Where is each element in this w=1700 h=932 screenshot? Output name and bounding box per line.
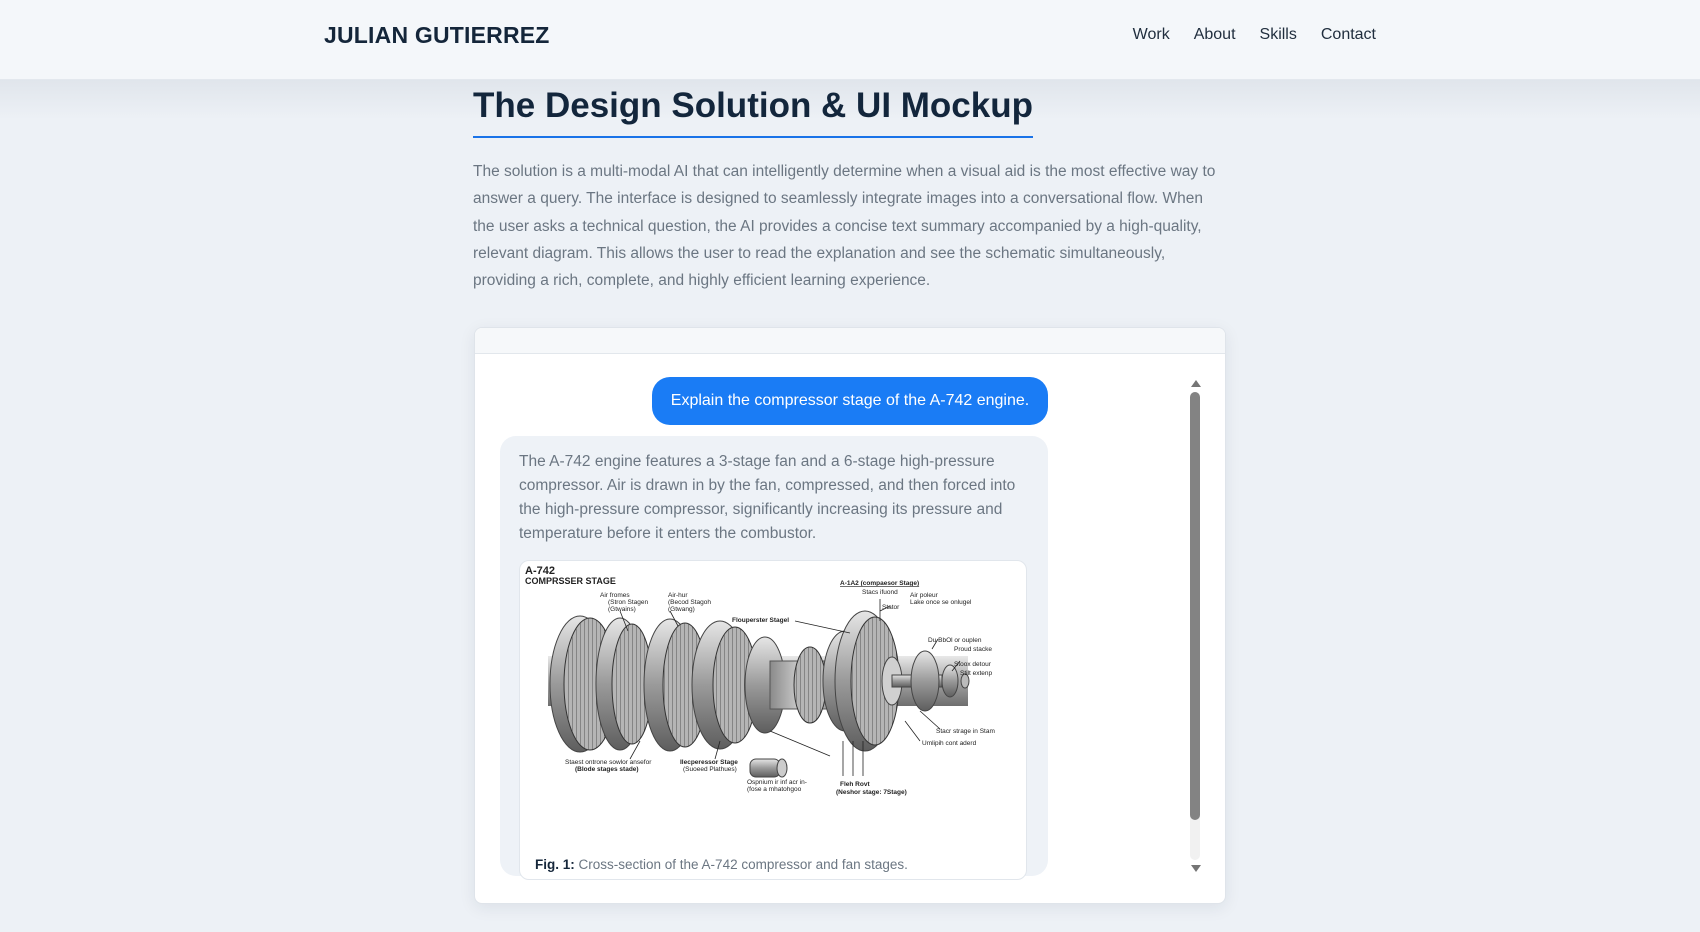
- section-title: The Design Solution & UI Mockup: [473, 86, 1033, 138]
- ai-message-text: The A-742 engine features a 3-stage fan …: [519, 453, 1016, 542]
- callout-flouperster: Flouperster Stagel: [732, 617, 789, 624]
- callout-suoeed: (Suoeed Plathues): [683, 766, 737, 773]
- figure-caption-label: Fig. 1:: [535, 857, 575, 872]
- nav-link-skills[interactable]: Skills: [1260, 26, 1297, 44]
- callout-ospnium: Ospnium ir inf acr in-: [747, 779, 807, 786]
- main-nav: Work About Skills Contact: [1133, 26, 1376, 44]
- engine-compressor-diagram: A-742 COMPRSSER STAGE A-1A2 (compaesor S…: [525, 565, 995, 796]
- callout-top-title: A-1A2 (compaesor Stage): [840, 580, 919, 587]
- diagram-figure[interactable]: A-742 COMPRSSER STAGE A-1A2 (compaesor S…: [519, 560, 1027, 880]
- callout-fleh-rovt: Fleh Rovt: [840, 781, 870, 788]
- nav-link-contact[interactable]: Contact: [1321, 26, 1376, 44]
- mockup-header-bar: [475, 328, 1225, 354]
- callout-becod-stagoh: (Becod Stagoh: [668, 599, 711, 606]
- callout-lake-once: Lake once se onlugel: [910, 599, 972, 606]
- engine-drawing: [548, 610, 970, 778]
- section-description: The solution is a multi-modal AI that ca…: [473, 163, 1216, 290]
- figure-caption: Fig. 1: Cross-section of the A-742 compr…: [535, 857, 908, 872]
- scrollbar-thumb[interactable]: [1190, 392, 1200, 820]
- callout-stacs-ifuond: Stacs ifuond: [862, 589, 898, 596]
- user-message-bubble: Explain the compressor stage of the A-74…: [652, 377, 1048, 425]
- callout-du-bbol: Du BbOl or ouplen: [928, 637, 982, 644]
- callout-stilt-extenp: Stilt extenp: [960, 670, 993, 677]
- ai-message-bubble: The A-742 engine features a 3-stage fan …: [500, 436, 1048, 880]
- chat-scrollbar[interactable]: [1188, 376, 1202, 876]
- callout-blode-stages: (Blode stages stade): [575, 766, 639, 773]
- brand-logo-text[interactable]: JULIAN GUTIERREZ: [324, 22, 550, 49]
- callout-air-poleur: Air poleur: [910, 592, 939, 599]
- case-study-section: The Design Solution & UI Mockup The solu…: [473, 86, 1225, 294]
- callout-proud-stacke: Proud stacke: [954, 646, 992, 653]
- callout-stacr-strage: Stacr strage in Stam: [936, 728, 995, 735]
- callout-gtwains: (Gtwains): [608, 606, 636, 613]
- diagram-subtitle: COMPRSSER STAGE: [525, 576, 616, 586]
- callout-stator: Stator: [882, 604, 900, 611]
- callout-umlipih: Umlipih cont aderd: [922, 740, 977, 747]
- chat-ui-mockup: Explain the compressor stage of the A-74…: [474, 327, 1226, 904]
- figure-caption-text: Cross-section of the A-742 compressor an…: [574, 857, 908, 872]
- callout-air-fromes: Air fromes: [600, 592, 630, 599]
- nav-link-work[interactable]: Work: [1133, 26, 1170, 44]
- callout-stron-stagen: (Stron Stagen: [608, 599, 648, 606]
- callout-fose: (fose a mhatohgoo: [747, 786, 802, 793]
- chat-area[interactable]: Explain the compressor stage of the A-74…: [475, 354, 1225, 903]
- nav-link-about[interactable]: About: [1194, 26, 1236, 44]
- scroll-down-arrow-icon[interactable]: [1191, 865, 1201, 872]
- callout-air-hur: Air-hur: [668, 592, 688, 599]
- callout-stoox-detour: Stoox detour: [954, 661, 992, 668]
- callout-ilecperessor: Ilecperessor Stage: [680, 759, 738, 766]
- callout-gtwang: (Gtwang): [668, 606, 695, 613]
- callout-neshor: (Neshor stage: 7Stage): [836, 789, 907, 796]
- scroll-up-arrow-icon[interactable]: [1191, 380, 1201, 387]
- top-navbar: JULIAN GUTIERREZ Work About Skills Conta…: [0, 0, 1700, 80]
- callout-staest-ontrone: Staest ontrone sowlor ansefor: [565, 759, 652, 766]
